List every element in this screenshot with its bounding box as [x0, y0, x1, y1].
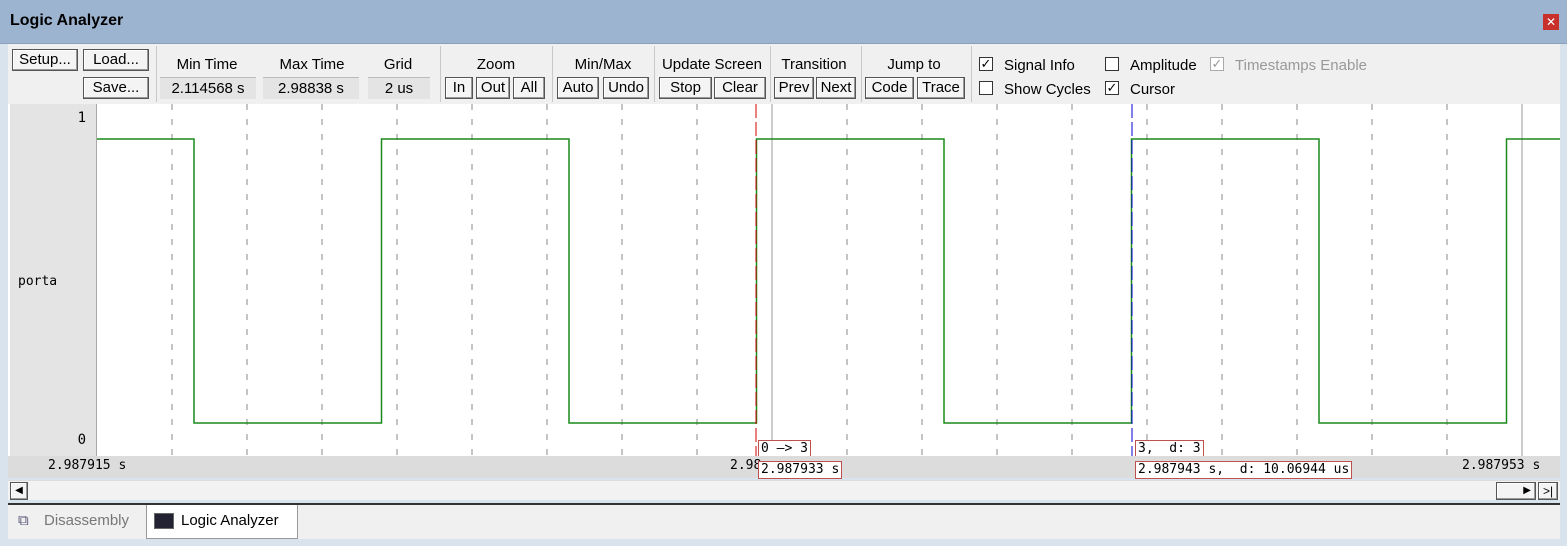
signal-name[interactable]: porta — [18, 274, 57, 289]
horizontal-scrollbar[interactable]: ◀ ▶ >| — [8, 480, 1560, 500]
timestamps-label: Timestamps Enable — [1235, 57, 1367, 74]
jump-code-button[interactable]: Code — [865, 77, 914, 99]
disassembly-icon: ⧉ — [18, 512, 29, 529]
axis-mid-time: 2.98 — [730, 458, 762, 473]
timestamps-checkbox: ✓ — [1210, 56, 1224, 71]
amplitude-checkbox[interactable] — [1105, 57, 1119, 71]
scroll-left-icon[interactable]: ◀ — [10, 482, 28, 500]
save-button[interactable]: Save... — [83, 77, 149, 99]
zoom-all-button[interactable]: All — [513, 77, 545, 99]
toolbar: Setup... Load... Save... Min Time 2.1145… — [8, 44, 1560, 104]
jump-trace-button[interactable]: Trace — [917, 77, 965, 99]
axis-right-time: 2.987953 s — [1462, 458, 1541, 473]
grid-label: Grid — [383, 56, 413, 73]
scroll-right-icon[interactable]: ▶ — [1496, 482, 1536, 500]
close-icon[interactable]: ✕ — [1543, 14, 1559, 30]
transition-label: Transition — [781, 56, 847, 73]
min-time-value: 2.114568 s — [160, 77, 256, 99]
undo-button[interactable]: Undo — [603, 77, 649, 99]
auto-button[interactable]: Auto — [557, 77, 599, 99]
signal-min-label: 0 — [77, 432, 86, 448]
signal-trace — [97, 138, 1560, 424]
cursor-label: Cursor — [1130, 81, 1176, 98]
blue-cursor-time-box: 2.987943 s, d: 10.06944 us — [1135, 461, 1353, 479]
stop-button[interactable]: Stop — [659, 77, 712, 99]
waveform-svg — [97, 104, 1560, 456]
max-time-value: 2.98838 s — [263, 77, 359, 99]
show-cycles-checkbox[interactable] — [979, 81, 993, 95]
signal-info-label: Signal Info — [1004, 57, 1075, 74]
min-time-label: Min Time — [176, 56, 238, 73]
tab-label: Logic Analyzer — [181, 512, 279, 529]
clear-button[interactable]: Clear — [714, 77, 766, 99]
signal-info-checkbox[interactable]: ✓ — [979, 57, 993, 71]
load-button[interactable]: Load... — [83, 49, 149, 71]
amplitude-label: Amplitude — [1130, 57, 1197, 74]
setup-button[interactable]: Setup... — [12, 49, 78, 71]
waveform-plot[interactable] — [8, 104, 1560, 456]
scroll-end-icon[interactable]: >| — [1538, 482, 1558, 500]
tab-disassembly[interactable]: ⧉ Disassembly — [10, 505, 146, 539]
tab-bar: ⧉ Disassembly Logic Analyzer — [8, 503, 1560, 539]
tab-logic-analyzer[interactable]: Logic Analyzer — [146, 505, 298, 539]
max-time-label: Max Time — [279, 56, 345, 73]
signal-max-label: 1 — [77, 110, 86, 126]
window-title: Logic Analyzer — [10, 12, 124, 29]
grid-value: 2 us — [368, 77, 430, 99]
red-cursor-time-box: 2.987933 s — [758, 461, 843, 479]
zoom-label: Zoom — [476, 56, 516, 73]
signal-panel: 1 porta 0 — [10, 104, 97, 456]
jump-to-label: Jump to — [887, 56, 941, 73]
prev-button[interactable]: Prev — [774, 77, 814, 99]
next-button[interactable]: Next — [816, 77, 856, 99]
update-screen-label: Update Screen — [661, 56, 763, 73]
zoom-out-button[interactable]: Out — [476, 77, 510, 99]
axis-left-time: 2.987915 s — [48, 458, 127, 473]
cursor-checkbox[interactable]: ✓ — [1105, 81, 1119, 95]
show-cycles-label: Show Cycles — [1004, 81, 1091, 98]
title-bar: Logic Analyzer ✕ — [0, 0, 1567, 44]
logic-analyzer-icon — [154, 513, 174, 529]
tab-label: Disassembly — [44, 512, 130, 529]
minmax-label: Min/Max — [574, 56, 632, 73]
zoom-in-button[interactable]: In — [445, 77, 473, 99]
